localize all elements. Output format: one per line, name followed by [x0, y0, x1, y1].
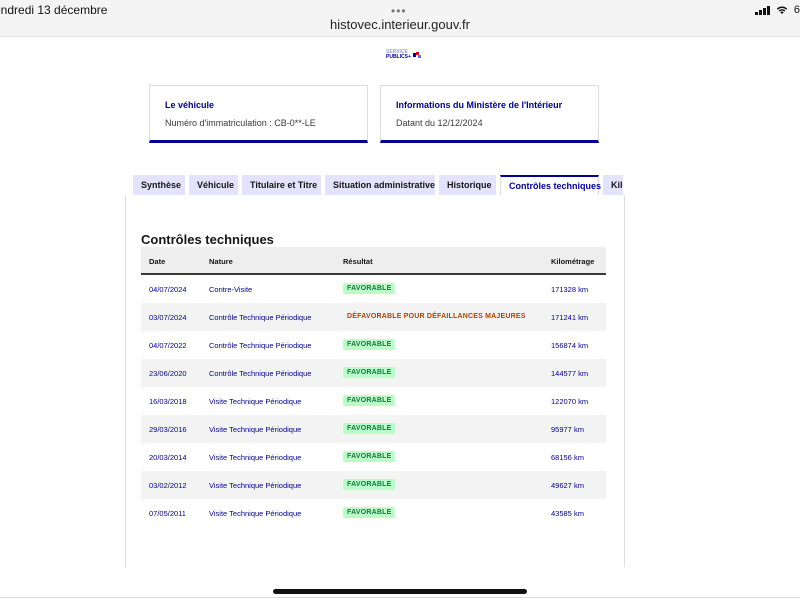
section-title: Contrôles techniques — [141, 232, 274, 247]
result-badge: FAVORABLE — [343, 479, 396, 490]
row-result: DÉFAVORABLE POUR DÉFAILLANCES MAJEURES — [343, 311, 530, 322]
vehicle-card: Le véhicule Numéro d'immatriculation : C… — [149, 85, 368, 143]
ministry-info-card: Informations du Ministère de l'Intérieur… — [380, 85, 599, 143]
vehicle-registration: Numéro d'immatriculation : CB-0**-LE — [165, 118, 316, 128]
row-nature: Visite Technique Périodique — [209, 453, 302, 462]
table-row: 20/03/2014 Visite Technique Périodique F… — [141, 443, 606, 471]
result-badge: FAVORABLE — [343, 507, 396, 518]
browser-status-bar: endredi 13 décembre ••• histovec.interie… — [0, 0, 800, 37]
row-nature: Contrôle Technique Périodique — [209, 313, 312, 322]
header-km: Kilométrage — [551, 257, 595, 266]
tab-controles-techniques[interactable]: Contrôles techniques — [500, 175, 601, 195]
result-badge: DÉFAVORABLE POUR DÉFAILLANCES MAJEURES — [347, 313, 526, 320]
status-date: endredi 13 décembre — [0, 3, 108, 17]
bottom-divider — [0, 597, 800, 598]
header-nature: Nature — [209, 257, 233, 266]
row-nature: Contrôle Technique Périodique — [209, 341, 312, 350]
row-km: 43585 km — [551, 509, 584, 518]
table-row: 04/07/2022 Contrôle Technique Périodique… — [141, 331, 606, 359]
more-dots-icon[interactable]: ••• — [391, 4, 407, 18]
table-row: 23/06/2020 Contrôle Technique Périodique… — [141, 359, 606, 387]
header-result: Résultat — [343, 257, 373, 266]
home-indicator[interactable] — [273, 589, 527, 594]
result-badge: FAVORABLE — [343, 339, 396, 350]
tab-bar: Synthèse Véhicule Titulaire et Titre Sit… — [133, 175, 623, 195]
logo-wordmark: SERVICE PUBLICS+ — [386, 49, 411, 60]
row-result: FAVORABLE — [343, 423, 396, 434]
logo-mark-icon — [412, 52, 421, 58]
header-date: Date — [149, 257, 166, 266]
battery-percent: 6 — [793, 4, 800, 16]
row-result: FAVORABLE — [343, 507, 396, 518]
row-km: 122070 km — [551, 397, 589, 406]
services-publics-logo[interactable]: SERVICE PUBLICS+ — [386, 50, 421, 60]
row-date: 07/05/2011 — [149, 509, 186, 518]
cellular-signal-icon — [754, 5, 770, 15]
table-row: 16/03/2018 Visite Technique Périodique F… — [141, 387, 606, 415]
controls-table: Date Nature Résultat Kilométrage 04/07/2… — [141, 247, 606, 527]
result-badge: FAVORABLE — [343, 283, 396, 294]
result-badge: FAVORABLE — [343, 451, 396, 462]
row-date: 03/02/2012 — [149, 481, 187, 490]
ministry-card-date: Datant du 12/12/2024 — [396, 118, 483, 128]
table-header: Date Nature Résultat Kilométrage — [141, 247, 606, 275]
ministry-card-title: Informations du Ministère de l'Intérieur — [396, 100, 563, 110]
row-date: 04/07/2022 — [149, 341, 187, 350]
vehicle-card-title: Le véhicule — [165, 100, 215, 110]
tab-situation-administrative[interactable]: Situation administrative — [325, 175, 435, 195]
result-badge: FAVORABLE — [343, 395, 396, 406]
row-km: 144577 km — [551, 369, 589, 378]
row-date: 16/03/2018 — [149, 397, 187, 406]
row-date: 04/07/2024 — [149, 285, 187, 294]
result-badge: FAVORABLE — [343, 423, 396, 434]
row-nature: Visite Technique Périodique — [209, 481, 302, 490]
row-nature: Visite Technique Périodique — [209, 509, 302, 518]
row-date: 29/03/2016 — [149, 425, 187, 434]
table-row: 03/07/2024 Contrôle Technique Périodique… — [141, 303, 606, 331]
row-nature: Contrôle Technique Périodique — [209, 369, 312, 378]
row-result: FAVORABLE — [343, 479, 396, 490]
result-badge: FAVORABLE — [343, 367, 396, 378]
tab-vehicule[interactable]: Véhicule — [189, 175, 238, 195]
row-result: FAVORABLE — [343, 395, 396, 406]
row-km: 171328 km — [551, 285, 589, 294]
row-date: 03/07/2024 — [149, 313, 187, 322]
wifi-icon — [776, 6, 788, 14]
row-result: FAVORABLE — [343, 367, 396, 378]
status-indicators: 6 — [754, 4, 800, 16]
row-km: 156874 km — [551, 341, 589, 350]
row-km: 171241 km — [551, 313, 589, 322]
row-nature: Visite Technique Périodique — [209, 397, 302, 406]
row-km: 95977 km — [551, 425, 584, 434]
row-date: 23/06/2020 — [149, 369, 187, 378]
row-nature: Contre-Visite — [209, 285, 253, 294]
table-body: 04/07/2024 Contre-Visite FAVORABLE 17132… — [141, 275, 606, 527]
row-nature: Visite Technique Périodique — [209, 425, 302, 434]
table-row: 29/03/2016 Visite Technique Périodique F… — [141, 415, 606, 443]
row-result: FAVORABLE — [343, 339, 396, 350]
table-row: 04/07/2024 Contre-Visite FAVORABLE 17132… — [141, 275, 606, 303]
table-row: 03/02/2012 Visite Technique Périodique F… — [141, 471, 606, 499]
tab-titulaire-titre[interactable]: Titulaire et Titre — [242, 175, 321, 195]
row-result: FAVORABLE — [343, 283, 396, 294]
row-result: FAVORABLE — [343, 451, 396, 462]
tab-historique[interactable]: Historique — [439, 175, 496, 195]
tab-kilometrage[interactable]: Kilométrage — [603, 175, 623, 195]
table-row: 07/05/2011 Visite Technique Périodique F… — [141, 499, 606, 527]
row-km: 68156 km — [551, 453, 584, 462]
tab-synthese[interactable]: Synthèse — [133, 175, 185, 195]
address-bar-url[interactable]: histovec.interieur.gouv.fr — [0, 17, 800, 32]
row-date: 20/03/2014 — [149, 453, 187, 462]
row-km: 49627 km — [551, 481, 584, 490]
